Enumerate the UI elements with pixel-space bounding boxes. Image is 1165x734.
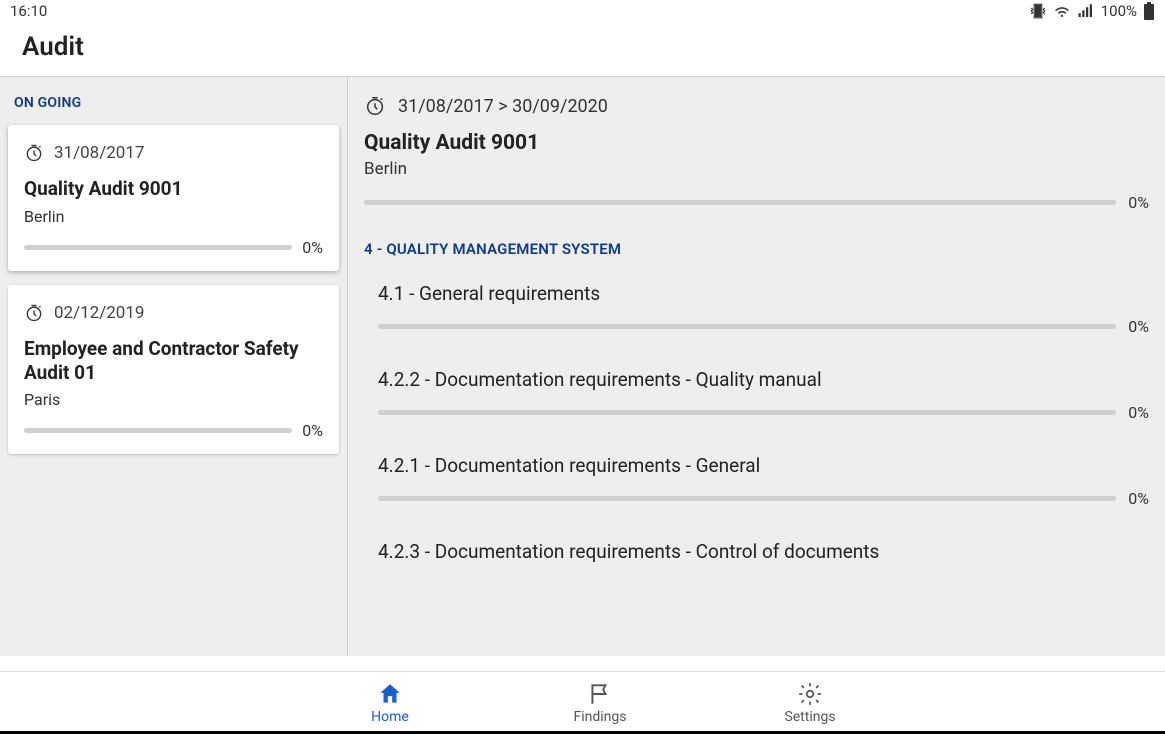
requirement-progress-bar bbox=[378, 324, 1116, 329]
clock-icon bbox=[24, 303, 44, 323]
requirement-progress-pct: 0% bbox=[1128, 489, 1149, 508]
clock-icon bbox=[24, 143, 44, 163]
card-title: Employee and Contractor Safety Audit 01 bbox=[24, 337, 323, 385]
flag-icon bbox=[587, 681, 613, 707]
requirement-progress-row: 0% bbox=[378, 489, 1149, 508]
card-date: 02/12/2019 bbox=[54, 303, 144, 323]
nav-findings[interactable]: Findings bbox=[560, 681, 640, 725]
requirement-title: 4.1 - General requirements bbox=[378, 282, 1149, 305]
card-location: Paris bbox=[24, 390, 323, 409]
requirement-progress-pct: 0% bbox=[1128, 317, 1149, 336]
app-title: Audit bbox=[0, 22, 1165, 76]
clock-icon bbox=[364, 95, 386, 117]
signal-icon bbox=[1077, 2, 1095, 20]
requirement-progress-row: 0% bbox=[378, 317, 1149, 336]
requirement-item[interactable]: 4.2.2 - Documentation requirements - Qua… bbox=[378, 368, 1149, 422]
requirement-title: 4.2.1 - Documentation requirements - Gen… bbox=[378, 454, 1149, 477]
main-panel: 31/08/2017 > 30/09/2020 Quality Audit 90… bbox=[348, 77, 1165, 656]
requirement-progress-pct: 0% bbox=[1128, 403, 1149, 422]
nav-settings[interactable]: Settings bbox=[770, 681, 850, 725]
card-location: Berlin bbox=[24, 207, 323, 226]
card-date: 31/08/2017 bbox=[54, 143, 144, 163]
status-icons: 100% bbox=[1029, 2, 1155, 20]
main-date-range: 31/08/2017 > 30/09/2020 bbox=[398, 96, 608, 117]
requirement-progress-row: 0% bbox=[378, 403, 1149, 422]
battery-icon bbox=[1143, 2, 1155, 20]
main-location: Berlin bbox=[364, 159, 1149, 179]
main-progress-pct: 0% bbox=[1128, 193, 1149, 212]
card-title: Quality Audit 9001 bbox=[24, 177, 323, 201]
card-progress-row: 0% bbox=[24, 421, 323, 440]
status-time: 16:10 bbox=[10, 2, 47, 20]
main-section-label: 4 - QUALITY MANAGEMENT SYSTEM bbox=[364, 240, 1149, 258]
card-progress-pct: 0% bbox=[302, 421, 323, 440]
bottom-nav: Home Findings Settings bbox=[0, 671, 1165, 734]
requirement-progress-bar bbox=[378, 496, 1116, 501]
main-progress-bar bbox=[364, 200, 1116, 205]
sidebar-section-label: ON GOING bbox=[14, 95, 333, 111]
audit-card[interactable]: 31/08/2017 Quality Audit 9001 Berlin 0% bbox=[8, 125, 339, 271]
requirement-item[interactable]: 4.1 - General requirements 0% bbox=[378, 282, 1149, 336]
status-bar: 16:10 100% bbox=[0, 0, 1165, 22]
vibrate-icon bbox=[1029, 2, 1047, 20]
sidebar: ON GOING 31/08/2017 Quality Audit 9001 B… bbox=[0, 77, 348, 656]
requirement-item[interactable]: 4.2.1 - Documentation requirements - Gen… bbox=[378, 454, 1149, 508]
home-icon bbox=[377, 681, 403, 707]
battery-label: 100% bbox=[1101, 2, 1137, 20]
main-date-row: 31/08/2017 > 30/09/2020 bbox=[364, 95, 1149, 117]
nav-label: Findings bbox=[574, 709, 627, 725]
audit-card[interactable]: 02/12/2019 Employee and Contractor Safet… bbox=[8, 285, 339, 455]
nav-label: Settings bbox=[784, 709, 835, 725]
card-date-row: 31/08/2017 bbox=[24, 143, 323, 163]
card-progress-pct: 0% bbox=[302, 238, 323, 257]
nav-home[interactable]: Home bbox=[350, 681, 430, 725]
requirement-title: 4.2.2 - Documentation requirements - Qua… bbox=[378, 368, 1149, 391]
card-progress-bar bbox=[24, 245, 292, 250]
nav-label: Home bbox=[371, 709, 409, 725]
card-progress-row: 0% bbox=[24, 238, 323, 257]
requirements-list: 4.1 - General requirements 0% 4.2.2 - Do… bbox=[364, 282, 1149, 563]
card-date-row: 02/12/2019 bbox=[24, 303, 323, 323]
requirement-title: 4.2.3 - Documentation requirements - Con… bbox=[378, 540, 1149, 563]
requirement-progress-bar bbox=[378, 410, 1116, 415]
wifi-icon bbox=[1053, 2, 1071, 20]
requirement-item[interactable]: 4.2.3 - Documentation requirements - Con… bbox=[378, 540, 1149, 563]
gear-icon bbox=[797, 681, 823, 707]
main-title: Quality Audit 9001 bbox=[364, 131, 1149, 155]
main-progress-row: 0% bbox=[364, 193, 1149, 212]
card-progress-bar bbox=[24, 428, 292, 433]
